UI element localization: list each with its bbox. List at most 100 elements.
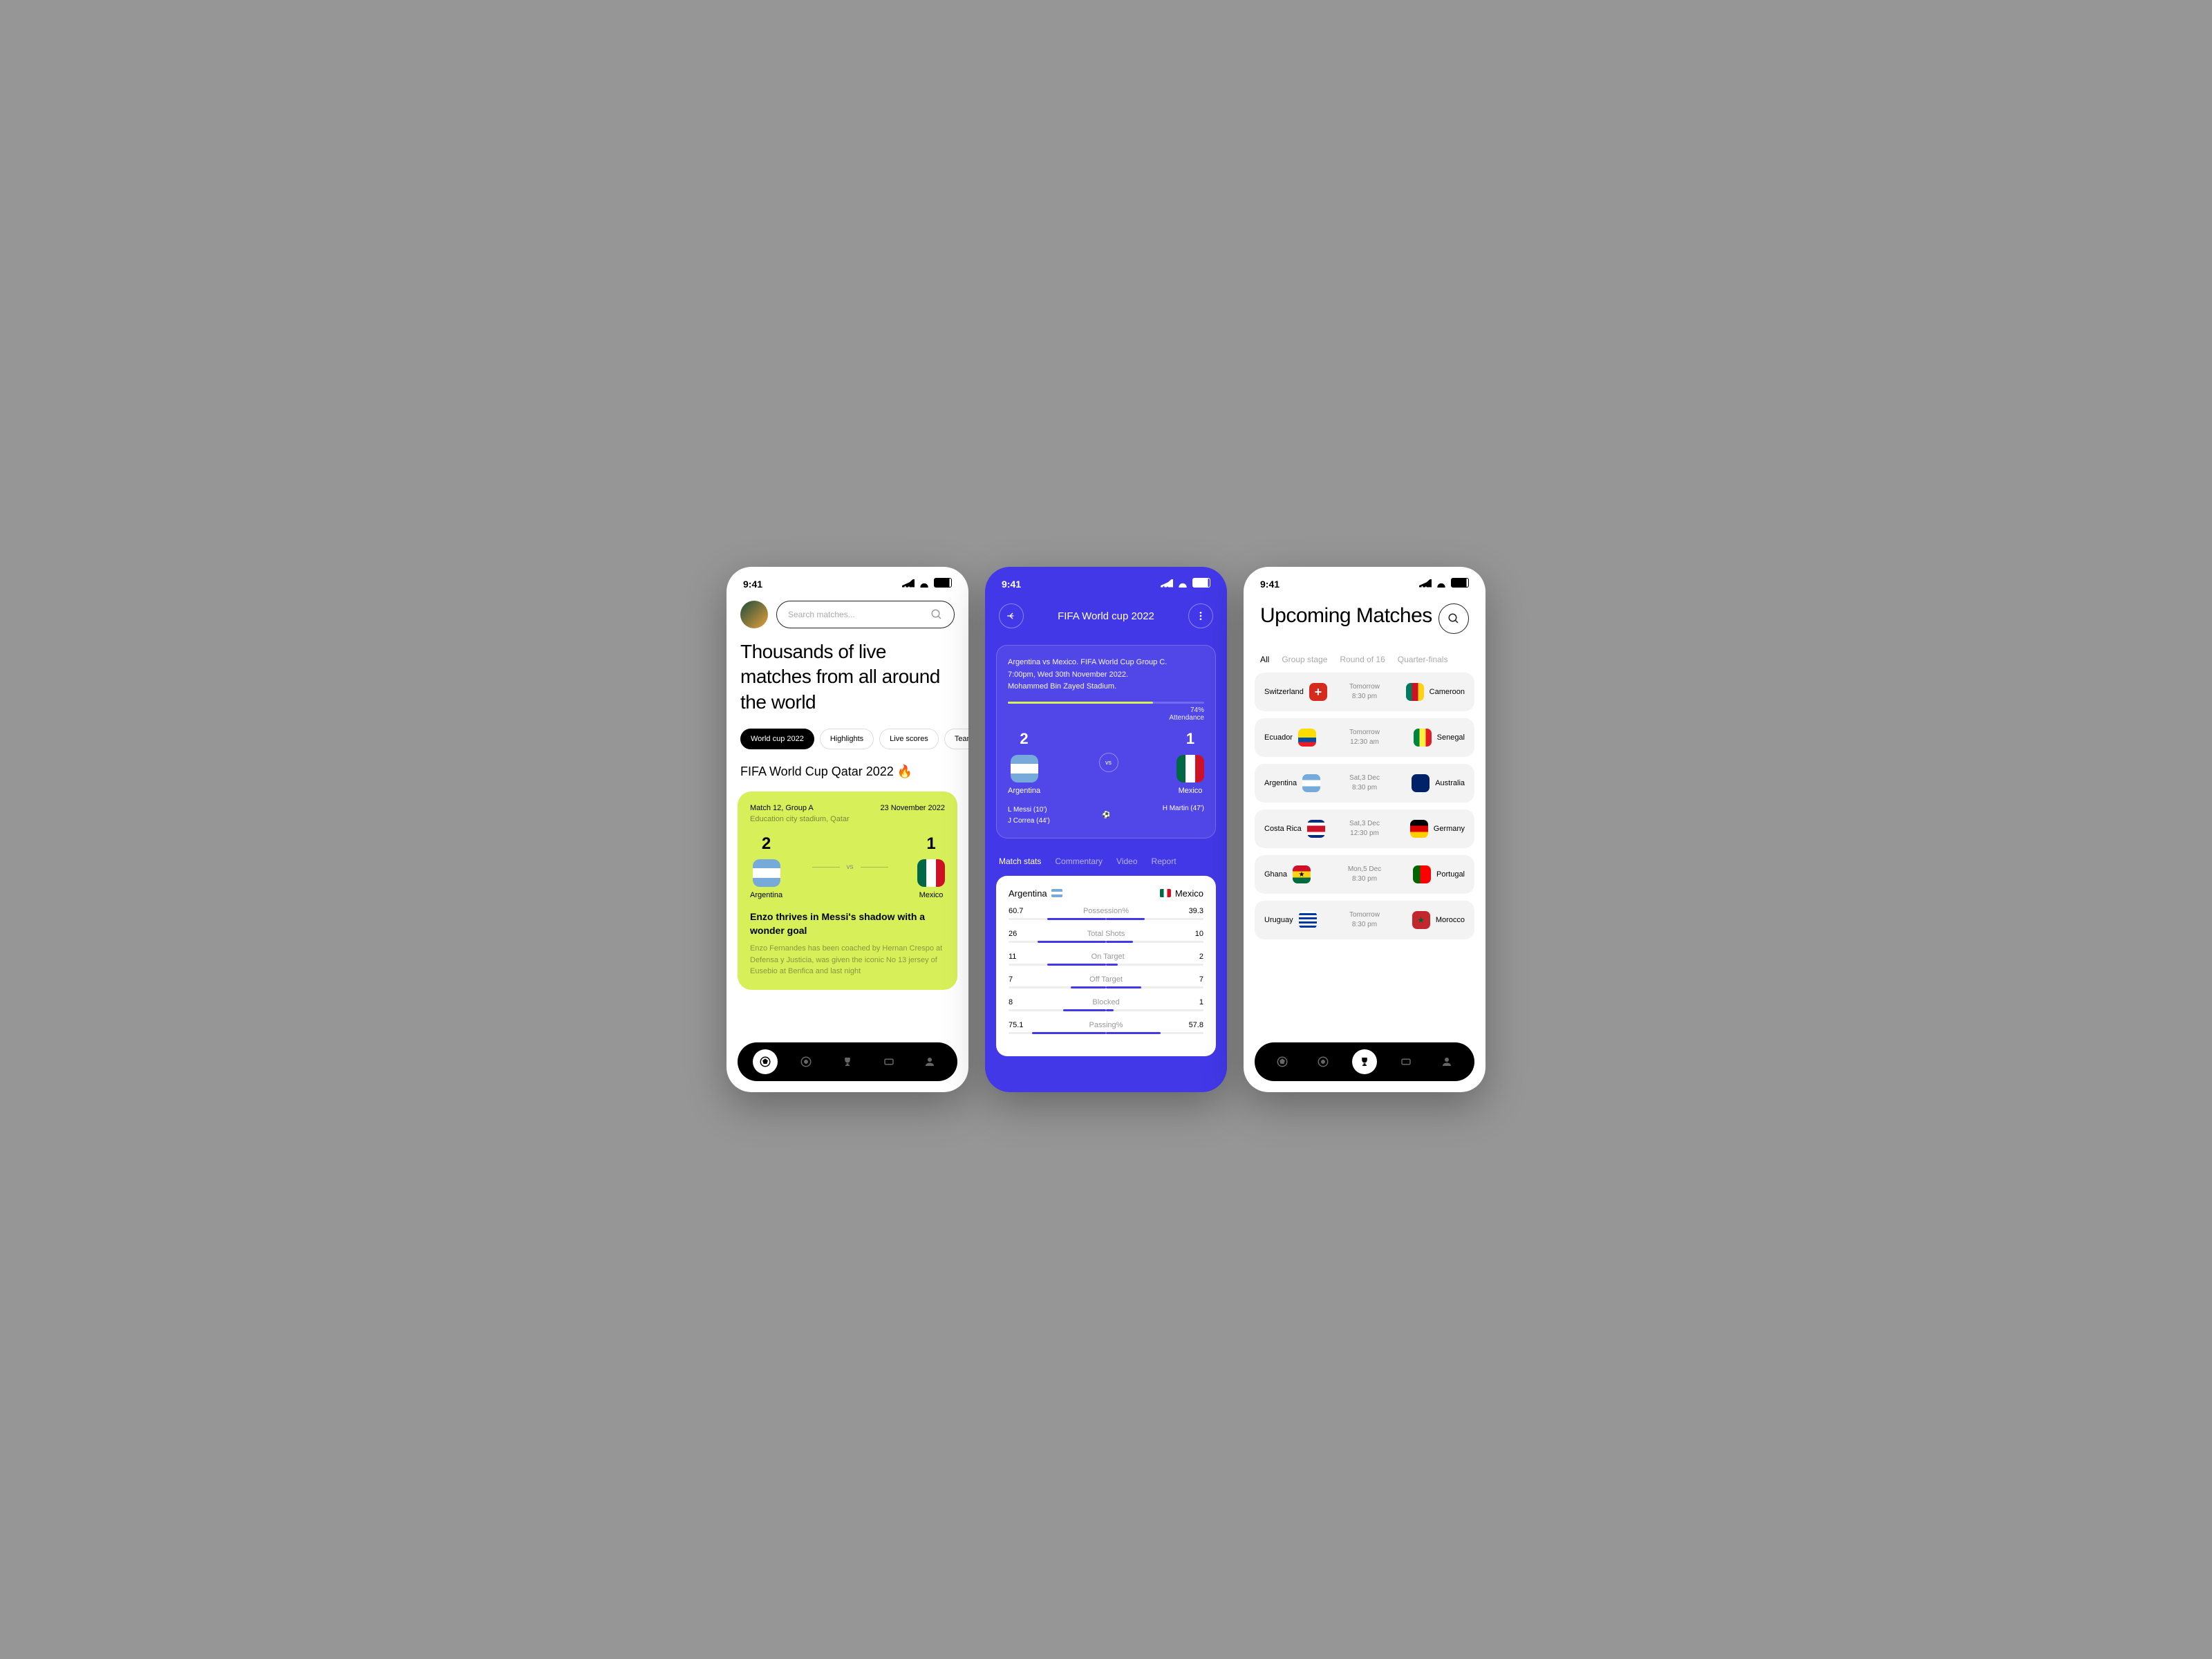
match-item[interactable]: ArgentinaSat,3 Dec8:30 pmAustralia <box>1255 764 1474 803</box>
status-icons <box>902 578 952 590</box>
tab-report[interactable]: Report <box>1152 856 1177 866</box>
soccer-ball-icon: ⚽ <box>1102 812 1110 819</box>
stat-left: 7 <box>1009 975 1013 984</box>
phone-home: 9:41 Search matches... Thousands of live… <box>727 567 968 1092</box>
arrow-left-icon <box>1006 610 1017 621</box>
chip-live-scores[interactable]: Live scores <box>879 729 939 749</box>
match-team-left: Switzerland <box>1264 683 1349 701</box>
status-icons <box>1419 578 1469 590</box>
stat-left: 8 <box>1009 998 1013 1006</box>
stat-label: On Target <box>1091 953 1125 961</box>
wifi-icon <box>1436 579 1447 590</box>
more-button[interactable] <box>1188 603 1213 628</box>
tab-match-stats[interactable]: Match stats <box>999 856 1041 866</box>
phone-match-detail: 9:41 FIFA World cup 2022 Argentina vs Me… <box>985 567 1227 1092</box>
match-item[interactable]: Costa RicaSat,3 Dec12:30 pmGermany <box>1255 809 1474 848</box>
avatar[interactable] <box>740 601 768 628</box>
flag-sn-icon <box>1414 729 1432 747</box>
nav-ticket[interactable] <box>877 1049 901 1074</box>
scorers-row: L Messi (10') J Correa (44') ⚽ H Martin … <box>1008 805 1204 827</box>
bottom-nav <box>1255 1042 1474 1081</box>
tab-quarter-finals[interactable]: Quarter-finals <box>1398 655 1448 664</box>
match-label: Match 12, Group A <box>750 804 814 812</box>
search-icon <box>1447 612 1460 625</box>
stat-label: Off Target <box>1089 975 1123 984</box>
stat-row: 7 Off Target 7 <box>1009 975 1203 988</box>
stat-right: 7 <box>1199 975 1203 984</box>
chip-teams[interactable]: Teams <box>944 729 968 749</box>
team-left-name: Argentina <box>750 891 782 899</box>
stat-label: Blocked <box>1092 998 1119 1006</box>
battery-icon <box>1192 578 1210 590</box>
match-item[interactable]: GhanaMon,5 Dec8:30 pmPortugal <box>1255 855 1474 894</box>
signal-icon <box>1419 579 1432 590</box>
scorers-left: L Messi (10') J Correa (44') <box>1008 805 1050 827</box>
search-button[interactable] <box>1438 603 1469 634</box>
match-venue: Education city stadium, Qatar <box>750 815 945 823</box>
status-time: 9:41 <box>1260 579 1280 590</box>
flag-de-icon <box>1410 820 1428 838</box>
nav-live[interactable] <box>1311 1049 1335 1074</box>
attendance-label: 74% Attendance <box>1008 706 1204 722</box>
nav-trophy[interactable] <box>1352 1049 1377 1074</box>
match-team-left: Uruguay <box>1264 911 1349 929</box>
score-left: 2 <box>1008 730 1040 748</box>
battery-icon <box>1451 578 1469 590</box>
team-name: Ghana <box>1264 870 1287 879</box>
stat-right: 10 <box>1195 930 1203 938</box>
info-line: 7:00pm, Wed 30th November 2022. <box>1008 669 1204 682</box>
user-icon <box>1441 1056 1453 1068</box>
soccer-icon <box>759 1056 771 1068</box>
match-team-right: Portugal <box>1381 865 1465 883</box>
nav-matches[interactable] <box>753 1049 778 1074</box>
stat-left: 11 <box>1009 953 1016 961</box>
team-name: Switzerland <box>1264 688 1304 696</box>
team-name: Costa Rica <box>1264 825 1302 833</box>
tab-video[interactable]: Video <box>1116 856 1137 866</box>
page-title: FIFA World cup 2022 <box>1058 610 1154 622</box>
match-team-left: Costa Rica <box>1264 820 1349 838</box>
chip-world-cup-2022[interactable]: World cup 2022 <box>740 729 814 749</box>
chip-highlights[interactable]: Highlights <box>820 729 874 749</box>
vs-label: vs <box>1099 753 1118 772</box>
more-vertical-icon <box>1195 610 1206 621</box>
section-title: FIFA World Cup Qatar 2022 🔥 <box>727 758 968 786</box>
nav-live[interactable] <box>794 1049 818 1074</box>
team-right: 1 Mexico <box>917 834 945 899</box>
featured-match-card[interactable]: Match 12, Group A 23 November 2022 Educa… <box>738 791 957 990</box>
team-name: Ecuador <box>1264 733 1293 742</box>
info-line: Argentina vs Mexico. FIFA World Cup Grou… <box>1008 657 1204 669</box>
flag-argentina-icon <box>1011 755 1038 782</box>
stat-row: 60.7Possession%39.3 <box>1009 907 1203 920</box>
nav-trophy[interactable] <box>835 1049 860 1074</box>
nav-profile[interactable] <box>917 1049 942 1074</box>
play-icon <box>800 1056 812 1068</box>
nav-ticket[interactable] <box>1394 1049 1418 1074</box>
attendance-pct: 74% <box>1008 706 1204 714</box>
flag-mexico-icon <box>1160 889 1171 897</box>
ticket-icon <box>1400 1056 1412 1068</box>
back-button[interactable] <box>999 603 1024 628</box>
tab-all[interactable]: All <box>1260 655 1269 664</box>
match-item[interactable]: UruguayTomorrow8:30 pmMorocco <box>1255 901 1474 939</box>
match-list: SwitzerlandTomorrow8:30 pmCameroon Ecuado… <box>1244 673 1485 939</box>
tab-commentary[interactable]: Commentary <box>1055 856 1103 866</box>
nav-matches[interactable] <box>1270 1049 1295 1074</box>
tab-group-stage[interactable]: Group stage <box>1282 655 1327 664</box>
team-right-name: Mexico <box>1177 787 1204 795</box>
team-name: Uruguay <box>1264 916 1293 924</box>
match-info-card: Argentina vs Mexico. FIFA World Cup Grou… <box>996 645 1216 838</box>
match-item[interactable]: SwitzerlandTomorrow8:30 pmCameroon <box>1255 673 1474 711</box>
score-row: 2 Argentina vs 1 Mexico <box>750 834 945 899</box>
nav-profile[interactable] <box>1434 1049 1459 1074</box>
trophy-icon <box>1358 1056 1371 1068</box>
attendance-bar <box>1008 702 1204 704</box>
flag-uy-icon <box>1299 911 1317 929</box>
match-item[interactable]: EcuadorTomorrow12:30 amSenegal <box>1255 718 1474 757</box>
match-team-left: Argentina <box>1264 774 1349 792</box>
card-header: Match 12, Group A 23 November 2022 <box>750 804 945 812</box>
search-input[interactable]: Search matches... <box>776 601 955 628</box>
stat-label: Passing% <box>1089 1021 1123 1029</box>
tab-round-of-16[interactable]: Round of 16 <box>1340 655 1385 664</box>
stat-left: 60.7 <box>1009 907 1023 915</box>
